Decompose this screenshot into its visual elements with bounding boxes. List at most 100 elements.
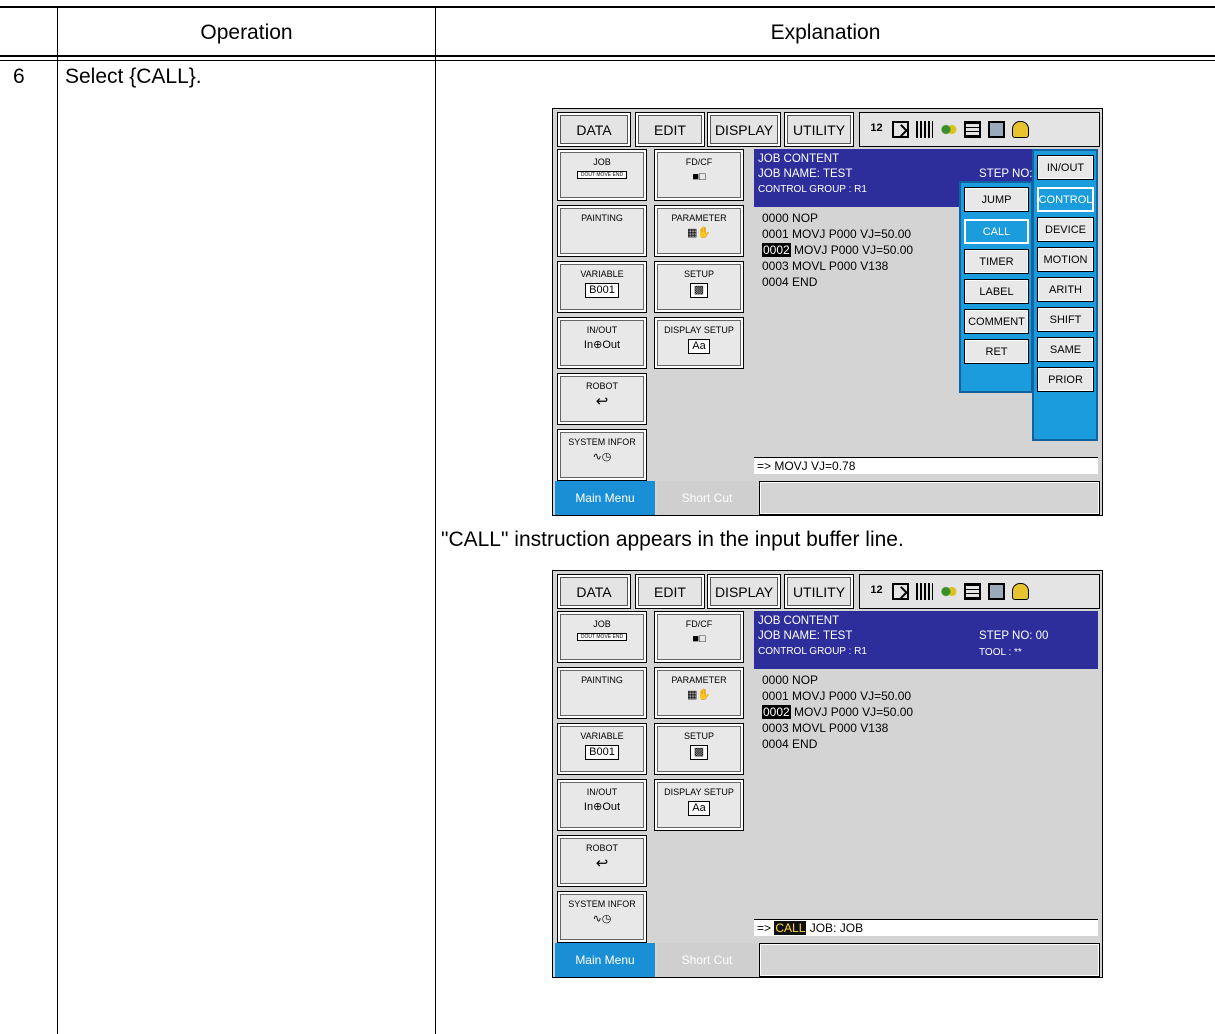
control-instruction-button[interactable]: CONTROL — [1037, 187, 1094, 212]
step-no: STEP NO: 00 — [979, 630, 1049, 642]
display-setup-label: DISPLAY SETUP — [664, 325, 734, 335]
line-instruction: END — [788, 737, 818, 751]
fdcf-menu-button[interactable]: FD/CF ■□ — [654, 611, 744, 663]
job-line-selected[interactable]: 0002 MOVJ P000 VJ=50.00 — [762, 705, 913, 719]
arith-instruction-button[interactable]: ARITH — [1037, 277, 1094, 302]
display-setup-menu-button[interactable]: DISPLAY SETUP Aa — [654, 779, 744, 831]
line-number: 0001 — [762, 689, 789, 703]
parameter-menu-button[interactable]: PARAMETER ▦✋ — [654, 205, 744, 257]
call-instruction-button[interactable]: CALL — [964, 219, 1029, 244]
job-content-header: JOB CONTENT JOB NAME: TEST CONTROL GROUP… — [754, 611, 1098, 669]
system-info-menu-button[interactable]: SYSTEM INFOR ∿◷ — [557, 891, 647, 943]
line-number: 0000 — [762, 673, 789, 687]
prior-instruction-button[interactable]: PRIOR — [1037, 367, 1094, 392]
display-setup-menu-button[interactable]: DISPLAY SETUP Aa — [654, 317, 744, 369]
header-rule-2 — [0, 60, 1215, 61]
line-number: 0004 — [762, 275, 789, 289]
menu-display-button[interactable]: DISPLAY — [707, 574, 781, 609]
line-number: 0003 — [762, 259, 789, 273]
system-info-label: SYSTEM INFOR — [568, 899, 636, 909]
painting-menu-button[interactable]: PAINTING — [557, 667, 647, 719]
menu-edit-button[interactable]: EDIT — [635, 112, 705, 147]
short-cut-button[interactable]: Short Cut — [657, 943, 757, 977]
line-instruction: MOVJ P000 VJ=50.00 — [788, 689, 912, 703]
timer-instruction-button[interactable]: TIMER — [964, 249, 1029, 274]
inout-icon: In⊕Out — [583, 339, 621, 351]
main-menu-button[interactable]: Main Menu — [555, 481, 655, 515]
job-line[interactable]: 0004 END — [762, 275, 817, 289]
input-buffer-line[interactable]: => MOVJ VJ=0.78 — [754, 457, 1098, 474]
menu-data-button[interactable]: DATA — [557, 112, 631, 147]
buffer-prompt: => — [757, 459, 772, 473]
inout-menu-button[interactable]: IN/OUT In⊕Out — [557, 779, 647, 831]
shift-instruction-button[interactable]: SHIFT — [1037, 307, 1094, 332]
job-line[interactable]: 0001 MOVJ P000 VJ=50.00 — [762, 689, 911, 703]
job-line[interactable]: 0001 MOVJ P000 VJ=50.00 — [762, 227, 911, 241]
job-line-selected[interactable]: 0002 MOVJ P000 VJ=50.00 — [762, 243, 913, 257]
menu-utility-button[interactable]: UTILITY — [784, 574, 854, 609]
menu-edit-button[interactable]: EDIT — [635, 574, 705, 609]
fdcf-menu-button[interactable]: FD/CF ■□ — [654, 149, 744, 201]
menu-data-button[interactable]: DATA — [557, 574, 631, 609]
robot-menu-button[interactable]: ROBOT ↩ — [557, 835, 647, 887]
job-menu-button[interactable]: JOB DOUT MOVE END — [557, 149, 647, 201]
page-icon — [988, 583, 1005, 600]
robot-label: ROBOT — [585, 843, 618, 853]
system-clock-icon: ∿◷ — [592, 451, 612, 463]
setup-menu-button[interactable]: SETUP ▩ — [654, 723, 744, 775]
inout-menu-button[interactable]: IN/OUT In⊕Out — [557, 317, 647, 369]
job-line[interactable]: 0003 MOVL P000 V138 — [762, 259, 888, 273]
fdcf-label: FD/CF — [685, 619, 713, 629]
robot-menu-button[interactable]: ROBOT ↩ — [557, 373, 647, 425]
control-group: CONTROL GROUP : R1 — [758, 646, 867, 657]
status-icon-strip: 12 — [859, 112, 1100, 147]
line-instruction: MOVL P000 V138 — [788, 721, 889, 735]
line-number-cursor: 0002 — [762, 243, 791, 257]
job-menu-button[interactable]: JOB DOUT MOVE END — [557, 611, 647, 663]
job-document-icon: DOUT MOVE END — [576, 171, 628, 179]
line-instruction: END — [788, 275, 818, 289]
security-key-icon — [940, 583, 957, 600]
page-icon — [988, 121, 1005, 138]
variable-menu-button[interactable]: VARIABLE B001 — [557, 261, 647, 313]
motion-instruction-button[interactable]: MOTION — [1037, 247, 1094, 272]
short-cut-button[interactable]: Short Cut — [657, 481, 757, 515]
line-number: 0000 — [762, 211, 789, 225]
job-line[interactable]: 0000 NOP — [762, 211, 818, 225]
comment-instruction-button[interactable]: COMMENT — [964, 309, 1029, 334]
ret-instruction-button[interactable]: RET — [964, 339, 1029, 364]
control-submenu-panel: JUMP CALL TIMER LABEL COMMENT RET — [959, 181, 1033, 393]
explanation-caption: "CALL" instruction appears in the input … — [441, 528, 904, 551]
inout-in-label: In — [583, 801, 594, 813]
inout-in-label: In — [583, 339, 594, 351]
system-info-menu-button[interactable]: SYSTEM INFOR ∿◷ — [557, 429, 647, 481]
inout-out-label: Out — [602, 339, 621, 351]
painting-menu-button[interactable]: PAINTING — [557, 205, 647, 257]
buffer-text: JOB: JOB — [806, 921, 864, 935]
device-instruction-button[interactable]: DEVICE — [1037, 217, 1094, 242]
inout-instruction-button[interactable]: IN/OUT — [1037, 155, 1094, 180]
variable-label: VARIABLE — [580, 731, 624, 741]
jump-instruction-button[interactable]: JUMP — [964, 187, 1029, 212]
main-menu-button[interactable]: Main Menu — [555, 943, 655, 977]
dip-switch-icon: ▦✋ — [686, 689, 712, 701]
inout-out-label: Out — [602, 801, 621, 813]
menu-display-button[interactable]: DISPLAY — [707, 112, 781, 147]
same-instruction-button[interactable]: SAME — [1037, 337, 1094, 362]
job-line[interactable]: 0003 MOVL P000 V138 — [762, 721, 888, 735]
input-buffer-line[interactable]: => CALL JOB: JOB — [754, 919, 1098, 936]
label-instruction-button[interactable]: LABEL — [964, 279, 1029, 304]
mode-icon — [916, 121, 933, 138]
menu-utility-button[interactable]: UTILITY — [784, 112, 854, 147]
robot-arm-icon: ↩ — [595, 855, 609, 872]
setup-icon: ▩ — [689, 283, 709, 298]
dip-switch-icon: ▦✋ — [686, 227, 712, 239]
setup-menu-button[interactable]: SETUP ▩ — [654, 261, 744, 313]
variable-menu-button[interactable]: VARIABLE B001 — [557, 723, 647, 775]
message-field — [759, 481, 1100, 515]
variable-label: VARIABLE — [580, 269, 624, 279]
job-line[interactable]: 0004 END — [762, 737, 817, 751]
job-line[interactable]: 0000 NOP — [762, 673, 818, 687]
message-field — [759, 943, 1100, 977]
parameter-menu-button[interactable]: PARAMETER ▦✋ — [654, 667, 744, 719]
